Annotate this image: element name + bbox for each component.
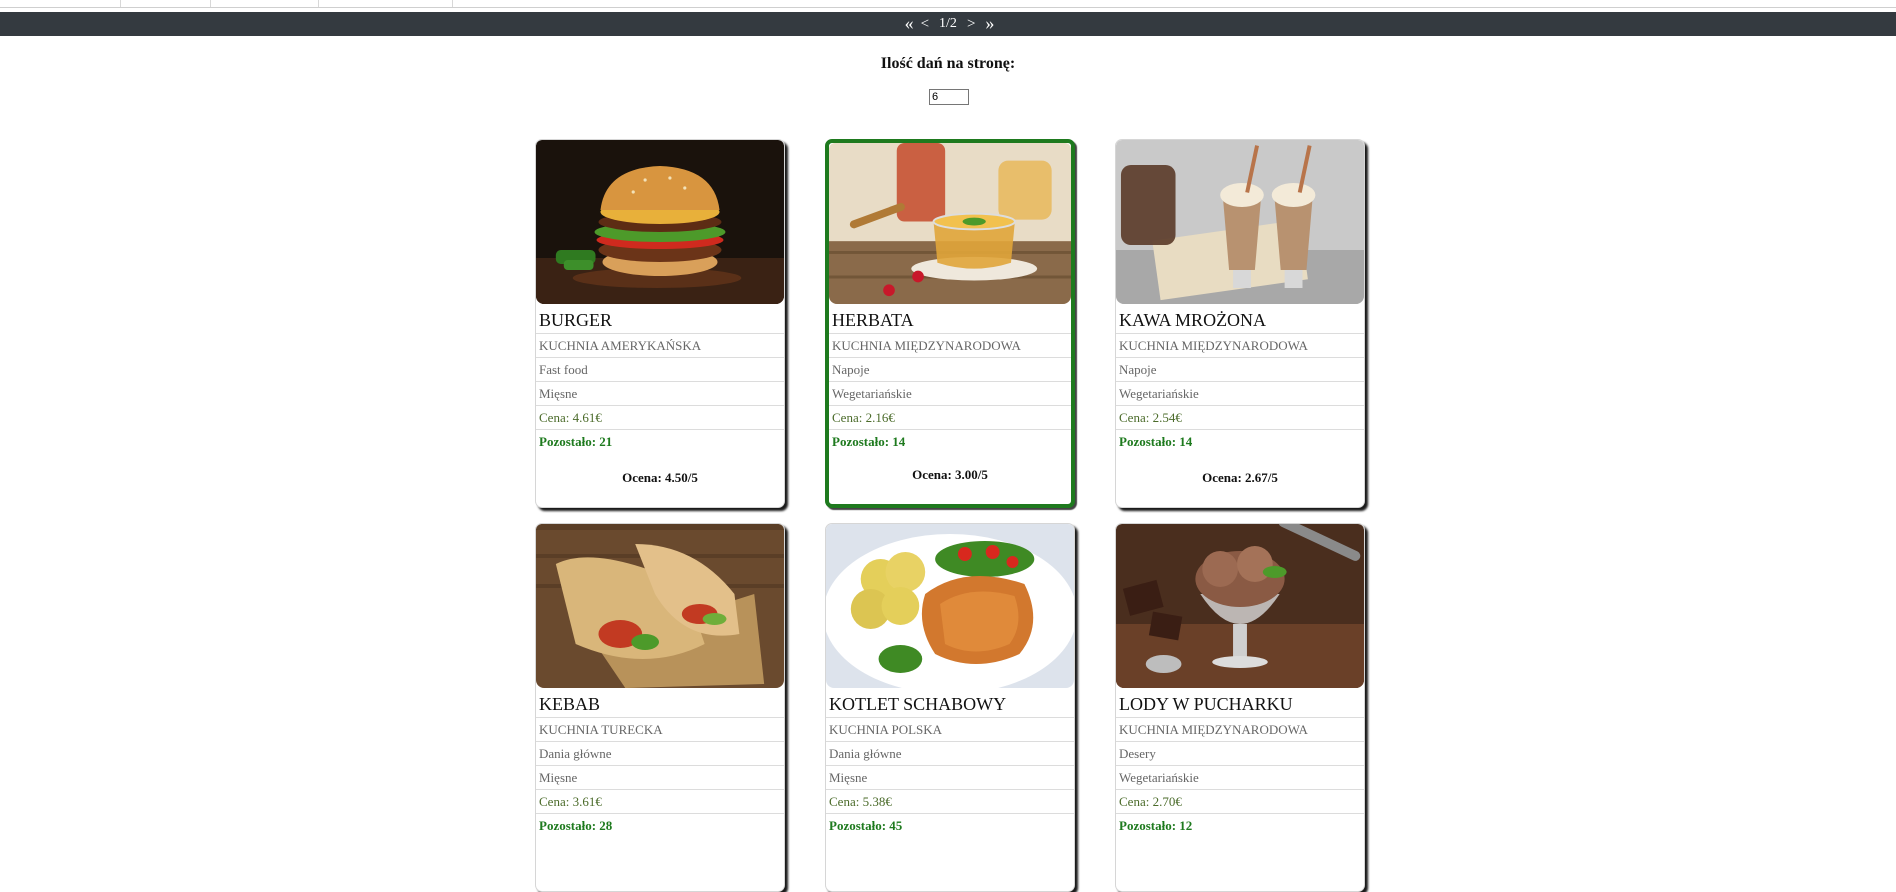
dish-category: Napoje	[829, 358, 1071, 382]
dish-rating: Ocena: 2.67/5	[1202, 470, 1278, 485]
items-per-page-label: Ilość dań na stronę:	[880, 55, 1016, 72]
dish-name: HERBATA	[829, 304, 1071, 334]
dish-card[interactable]: KAWA MROŻONA KUCHNIA MIĘDZYNARODOWA Napo…	[1115, 139, 1365, 508]
dish-remaining: Pozostało: 12	[1119, 818, 1193, 833]
items-per-page-input[interactable]	[929, 89, 969, 105]
dish-type: Mięsne	[826, 766, 1074, 790]
dish-category: Dania główne	[536, 742, 784, 766]
dish-remaining: Pozostało: 28	[539, 818, 613, 833]
ice-cream-photo	[1116, 524, 1364, 688]
dish-cuisine: KUCHNIA POLSKA	[826, 718, 1074, 742]
dish-cuisine: KUCHNIA MIĘDZYNARODOWA	[829, 334, 1071, 358]
dish-remaining: Pozostało: 45	[829, 818, 903, 833]
top-nav-bar	[0, 0, 1896, 8]
dish-card[interactable]: LODY W PUCHARKU KUCHNIA MIĘDZYNARODOWA D…	[1115, 523, 1365, 892]
dish-cuisine: KUCHNIA AMERYKAŃSKA	[536, 334, 784, 358]
next-page-button[interactable]: >	[967, 16, 975, 33]
dish-name: KEBAB	[536, 688, 784, 718]
dish-type: Wegetariańskie	[829, 382, 1071, 406]
tea-photo	[829, 143, 1071, 304]
dish-cuisine: KUCHNIA MIĘDZYNARODOWA	[1116, 334, 1364, 358]
dish-category: Dania główne	[826, 742, 1074, 766]
pork-cutlet-photo	[826, 524, 1074, 688]
dish-price: Cena: 5.38€	[826, 790, 1074, 814]
dish-name: KAWA MROŻONA	[1116, 304, 1364, 334]
pagination-bar: « < 1/2 > »	[0, 12, 1896, 36]
dish-price: Cena: 3.61€	[536, 790, 784, 814]
prev-page-button[interactable]: <	[921, 16, 929, 33]
dish-card-selected[interactable]: HERBATA KUCHNIA MIĘDZYNARODOWA Napoje We…	[825, 139, 1075, 508]
dish-name: LODY W PUCHARKU	[1116, 688, 1364, 718]
dish-remaining: Pozostało: 14	[832, 434, 906, 449]
dish-cuisine: KUCHNIA TURECKA	[536, 718, 784, 742]
dish-type: Mięsne	[536, 766, 784, 790]
dish-type: Wegetariańskie	[1116, 382, 1364, 406]
dish-rating: Ocena: 4.50/5	[622, 470, 698, 485]
dish-card[interactable]: KEBAB KUCHNIA TURECKA Dania główne Mięsn…	[535, 523, 785, 892]
first-page-button[interactable]: «	[905, 13, 914, 34]
dish-grid: BURGER KUCHNIA AMERYKAŃSKA Fast food Mię…	[535, 139, 1367, 892]
dish-card[interactable]: BURGER KUCHNIA AMERYKAŃSKA Fast food Mię…	[535, 139, 785, 508]
dish-name: BURGER	[536, 304, 784, 334]
dish-type: Wegetariańskie	[1116, 766, 1364, 790]
dish-remaining: Pozostało: 14	[1119, 434, 1193, 449]
dish-cuisine: KUCHNIA MIĘDZYNARODOWA	[1116, 718, 1364, 742]
dish-price: Cena: 2.54€	[1116, 406, 1364, 430]
dish-price: Cena: 2.16€	[829, 406, 1071, 430]
dish-card[interactable]: KOTLET SCHABOWY KUCHNIA POLSKA Dania głó…	[825, 523, 1075, 892]
burger-photo	[536, 140, 784, 304]
dish-price: Cena: 4.61€	[536, 406, 784, 430]
iced-coffee-photo	[1116, 140, 1364, 304]
dish-category: Desery	[1116, 742, 1364, 766]
last-page-button[interactable]: »	[985, 13, 994, 34]
dish-remaining: Pozostało: 21	[539, 434, 613, 449]
page-indicator: 1/2	[939, 16, 957, 31]
dish-category: Napoje	[1116, 358, 1364, 382]
dish-type: Mięsne	[536, 382, 784, 406]
dish-category: Fast food	[536, 358, 784, 382]
dish-name: KOTLET SCHABOWY	[826, 688, 1074, 718]
dish-rating: Ocena: 3.00/5	[912, 467, 988, 482]
kebab-photo	[536, 524, 784, 688]
dish-price: Cena: 2.70€	[1116, 790, 1364, 814]
